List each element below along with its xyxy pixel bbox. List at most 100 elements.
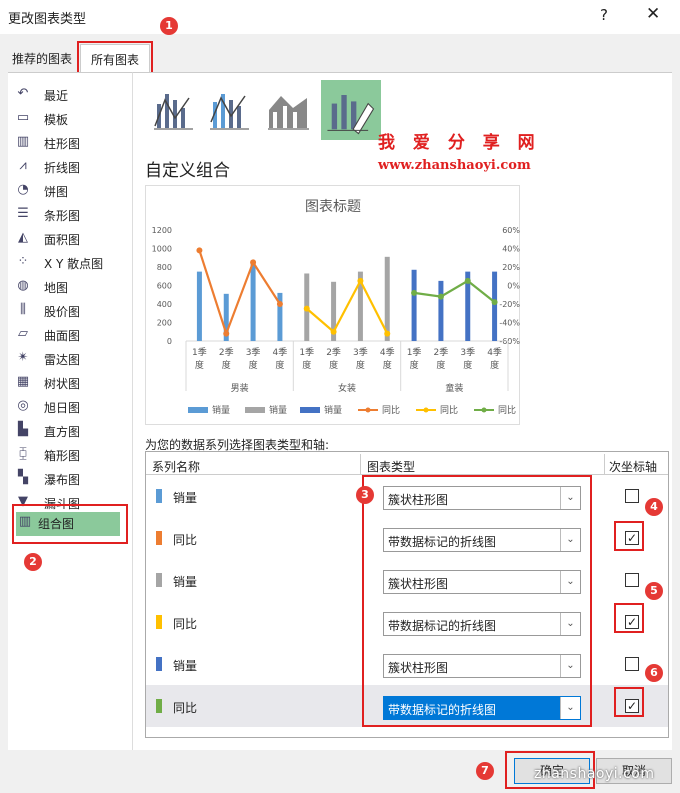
x-tick-label: 4季 <box>380 346 395 358</box>
sidebar-item-histogram-chart[interactable]: ▙ 直方图 <box>14 420 126 442</box>
secondary-axis-checkbox[interactable] <box>625 489 639 503</box>
tab-recommended-charts[interactable]: 推荐的图表 <box>6 44 78 72</box>
sidebar-item-label: 条形图 <box>44 209 81 223</box>
sidebar-item-scatter-chart[interactable]: ⁘ X Y 散点图 <box>14 252 126 274</box>
sidebar-item-bar-chart[interactable]: ☰ 条形图 <box>14 204 126 226</box>
bar-mark <box>438 280 444 341</box>
watermark-text: 我 爱 分 享 网 <box>378 133 541 153</box>
annotation-box-axis-1 <box>614 521 644 551</box>
sunburst-chart-icon: ◎ <box>17 398 29 413</box>
group-label: 童装 <box>445 382 463 394</box>
line-point <box>196 247 203 254</box>
sidebar-item-line-chart[interactable]: ⩘ 折线图 <box>14 156 126 178</box>
step-badge-4: 4 <box>645 498 663 516</box>
histogram-chart-icon: ▙ <box>18 422 28 437</box>
x-tick-label: 度 <box>275 359 284 371</box>
step-badge-1: 1 <box>160 17 178 35</box>
sidebar-item-recent[interactable]: ↶ 最近 <box>14 84 126 106</box>
y2-tick-label: -20% <box>499 300 520 309</box>
legend-label: 销量 <box>212 404 230 416</box>
x-tick-label: 度 <box>356 359 365 371</box>
line-point <box>357 277 364 284</box>
series-color-swatch <box>156 657 162 671</box>
legend-label: 同比 <box>382 404 400 416</box>
sidebar-item-sunburst-chart[interactable]: ◎ 旭日图 <box>14 396 126 418</box>
custom-combo-option[interactable] <box>321 80 381 140</box>
sidebar-item-area-chart[interactable]: ◭ 面积图 <box>14 228 126 250</box>
line-point <box>330 328 337 335</box>
col-header-name: 系列名称 <box>152 460 201 474</box>
bar-mark <box>250 260 256 341</box>
close-icon[interactable]: ✕ <box>646 4 660 24</box>
combo-area-column-icon[interactable] <box>263 82 319 138</box>
annotation-box-combo <box>12 504 128 544</box>
y2-tick-label: -40% <box>499 319 520 328</box>
sidebar-item-surface-chart[interactable]: ▱ 曲面图 <box>14 324 126 346</box>
sidebar-item-treemap-chart[interactable]: ▦ 树状图 <box>14 372 126 394</box>
chart-preview: 图表标题 0 200 400 600 800 1000 1200 -60% -40% -20% 0% 2… <box>145 185 520 425</box>
bar-mark <box>196 271 202 341</box>
sidebar-item-stock-chart[interactable]: ⫼ 股价图 <box>14 300 126 322</box>
sidebar-item-template[interactable]: ▭ 模板 <box>14 108 126 130</box>
sidebar-item-box-whisker-chart[interactable]: ⧮ 箱形图 <box>14 444 126 466</box>
sidebar-item-label: 地图 <box>44 281 69 295</box>
chart-title: 图表标题 <box>305 199 361 215</box>
x-tick-label: 3季 <box>353 346 368 358</box>
area-chart-icon: ◭ <box>18 230 28 245</box>
bar-chart-icon: ☰ <box>17 206 29 221</box>
legend-label: 销量 <box>324 404 342 416</box>
y-tick-label: 800 <box>157 263 172 272</box>
watermark-bottom: zhanshaoyi.com <box>534 766 655 782</box>
annotation-box-tab <box>77 41 153 74</box>
series-color-swatch <box>156 489 162 503</box>
x-tick-label: 2季 <box>219 346 234 358</box>
legend-swatch <box>365 407 371 413</box>
treemap-chart-icon: ▦ <box>16 374 30 389</box>
step-badge-6: 6 <box>645 664 663 682</box>
sidebar-item-column-chart[interactable]: ▥ 柱形图 <box>14 132 126 154</box>
sidebar-item-label: 雷达图 <box>44 353 81 367</box>
series-line <box>198 250 281 337</box>
annotation-box-axis-2 <box>614 603 644 633</box>
legend-swatch <box>188 407 208 413</box>
bar-mark <box>411 269 417 341</box>
sidebar-item-map-chart[interactable]: ◍ 地图 <box>14 276 126 298</box>
combo-column-line-secondary-icon[interactable] <box>205 82 261 138</box>
scatter-chart-icon: ⁘ <box>17 254 29 269</box>
sidebar-item-waterfall-chart[interactable]: ▚ 瀑布图 <box>14 468 126 490</box>
y-tick-label: 1000 <box>152 245 172 254</box>
series-color-swatch <box>156 531 162 545</box>
x-tick-label: 度 <box>383 359 392 371</box>
bar-mark <box>492 271 498 341</box>
x-tick-label: 4季 <box>487 346 502 358</box>
col-divider <box>360 454 361 474</box>
secondary-axis-checkbox[interactable] <box>625 573 639 587</box>
x-tick-label: 1季 <box>192 346 207 358</box>
watermark-url: www.zhanshaoyi.com <box>378 158 531 173</box>
sidebar-item-label: 树状图 <box>44 377 81 391</box>
step-badge-7: 7 <box>476 762 494 780</box>
surface-chart-icon: ▱ <box>18 326 28 341</box>
sidebar-item-radar-chart[interactable]: ✴ 雷达图 <box>14 348 126 370</box>
y2-tick-label: 0% <box>507 282 520 291</box>
sidebar-item-pie-chart[interactable]: ◔ 饼图 <box>14 180 126 202</box>
help-icon[interactable]: ? <box>600 6 608 24</box>
line-point <box>464 277 471 284</box>
line-point <box>411 289 418 296</box>
chart-preview-svg: 图表标题020040060080010001200-60%-40%-20%0%2… <box>152 199 521 416</box>
x-tick-label: 1季 <box>299 346 314 358</box>
sidebar-item-label: 曲面图 <box>44 329 81 343</box>
y2-tick-label: 20% <box>502 263 520 272</box>
line-point <box>223 330 230 337</box>
secondary-axis-checkbox[interactable] <box>625 657 639 671</box>
combo-column-line-icon[interactable] <box>149 82 205 138</box>
x-tick-label: 3季 <box>460 346 475 358</box>
legend-swatch <box>245 407 265 413</box>
series-line <box>306 278 389 335</box>
annotation-box-axis-3 <box>614 687 644 717</box>
sidebar-item-label: X Y 散点图 <box>44 257 104 271</box>
x-tick-label: 3季 <box>246 346 261 358</box>
column-chart-icon: ▥ <box>16 134 30 149</box>
legend-swatch <box>300 407 320 413</box>
x-tick-label: 度 <box>249 359 258 371</box>
